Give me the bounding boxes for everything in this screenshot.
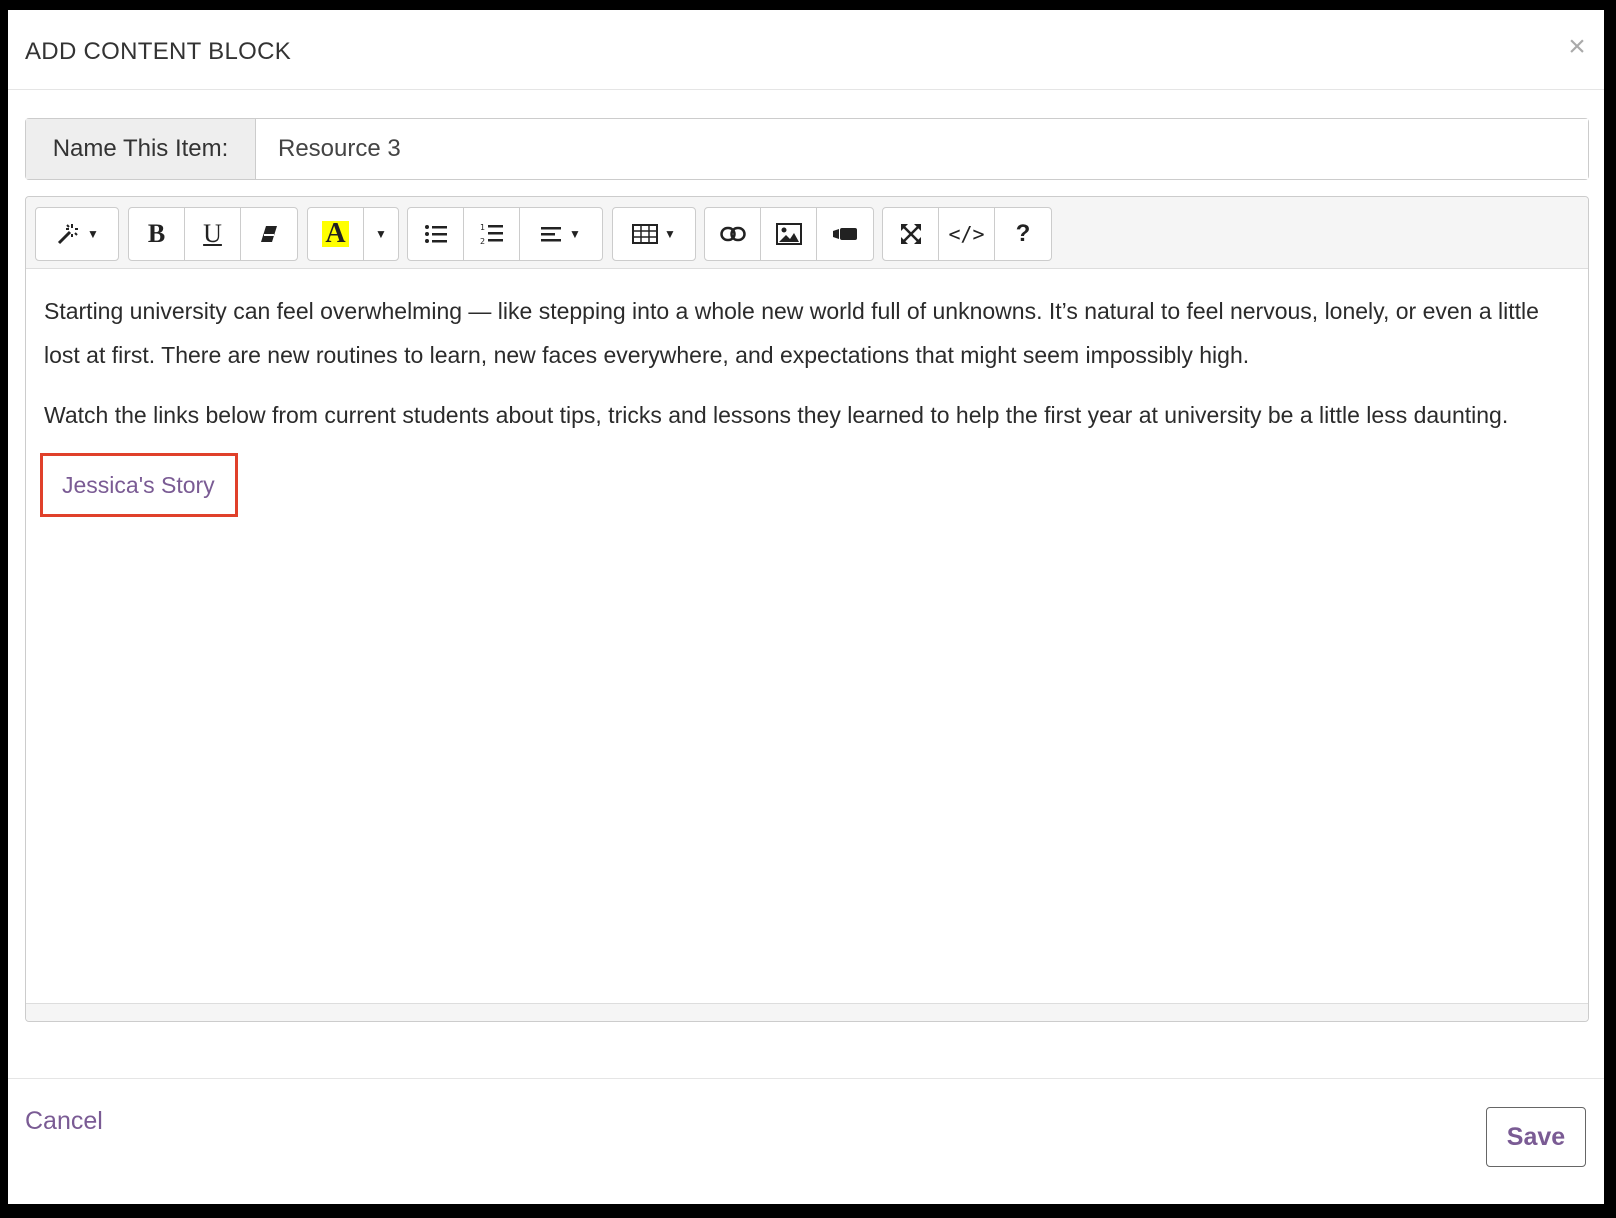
svg-text:2: 2 (480, 237, 485, 246)
toolbar-group-table: ▼ (612, 207, 696, 261)
modal-header: ADD CONTENT BLOCK × (8, 10, 1604, 90)
link-wrapper: Jessica's Story (40, 453, 1570, 517)
fullscreen-button[interactable] (883, 208, 939, 260)
name-item-input[interactable] (256, 119, 1588, 179)
video-icon (832, 226, 858, 242)
code-view-icon: </> (948, 222, 985, 246)
eraser-icon (258, 223, 280, 245)
editor-paragraph-2: Watch the links below from current stude… (44, 402, 1509, 428)
caret-down-icon: ▼ (569, 227, 581, 241)
rich-text-editor: ▼ B U A ▼ 1 2 ▼ ▼ </> ? Starting univers… (25, 196, 1589, 1022)
svg-text:1: 1 (480, 223, 485, 232)
image-icon (775, 223, 802, 245)
caret-down-icon: ▼ (664, 227, 676, 241)
align-button[interactable]: ▼ (520, 208, 602, 260)
link-icon (719, 226, 746, 242)
toolbar-group-insert (704, 207, 874, 261)
editor-paragraph-1: Starting university can feel overwhelmin… (44, 298, 1539, 368)
save-button[interactable]: Save (1486, 1107, 1586, 1167)
help-icon: ? (1015, 220, 1031, 247)
underline-icon: U (203, 219, 222, 248)
toolbar-group-color: A ▼ (307, 207, 399, 261)
caret-down-icon: ▼ (375, 227, 387, 241)
magic-wand-icon (55, 221, 81, 247)
editor-content-area[interactable]: Starting university can feel overwhelmin… (26, 269, 1588, 999)
video-button[interactable] (817, 208, 873, 260)
ordered-list-button[interactable]: 12 (464, 208, 520, 260)
editor-resize-bar[interactable] (26, 1003, 1588, 1021)
underline-button[interactable]: U (185, 208, 241, 260)
fullscreen-icon (900, 223, 922, 245)
toolbar-group-font: B U (128, 207, 298, 261)
name-item-group: Name This Item: (25, 118, 1589, 180)
modal-title: ADD CONTENT BLOCK (25, 38, 292, 65)
align-icon (541, 225, 563, 243)
toolbar-group-style: ▼ (35, 207, 119, 261)
toolbar-group-view: </> ? (882, 207, 1052, 261)
table-button[interactable]: ▼ (613, 208, 695, 260)
toolbar-group-paragraph: 12 ▼ (407, 207, 603, 261)
close-icon[interactable]: × (1562, 32, 1592, 62)
text-color-button[interactable]: A (308, 208, 364, 260)
style-button[interactable]: ▼ (36, 208, 118, 260)
clear-format-button[interactable] (241, 208, 297, 260)
add-content-block-modal: ADD CONTENT BLOCK × Name This Item: ▼ B (8, 10, 1604, 1204)
caret-down-icon: ▼ (87, 227, 99, 241)
help-button[interactable]: ? (995, 208, 1051, 260)
text-color-icon: A (322, 220, 349, 248)
color-dropdown-button[interactable]: ▼ (364, 208, 398, 260)
link-button[interactable] (705, 208, 761, 260)
image-button[interactable] (761, 208, 817, 260)
ordered-list-icon: 12 (480, 222, 504, 246)
table-icon (632, 224, 659, 244)
name-item-label: Name This Item: (26, 119, 256, 179)
jessicas-story-link[interactable]: Jessica's Story (62, 463, 215, 507)
bold-button[interactable]: B (129, 208, 185, 260)
unordered-list-button[interactable] (408, 208, 464, 260)
cancel-button[interactable]: Cancel (25, 1107, 103, 1136)
bold-icon: B (147, 219, 166, 248)
code-view-button[interactable]: </> (939, 208, 995, 260)
modal-footer: Cancel Save (8, 1078, 1604, 1204)
unordered-list-icon (424, 223, 448, 245)
editor-toolbar: ▼ B U A ▼ 1 2 ▼ ▼ </> ? (26, 197, 1588, 269)
